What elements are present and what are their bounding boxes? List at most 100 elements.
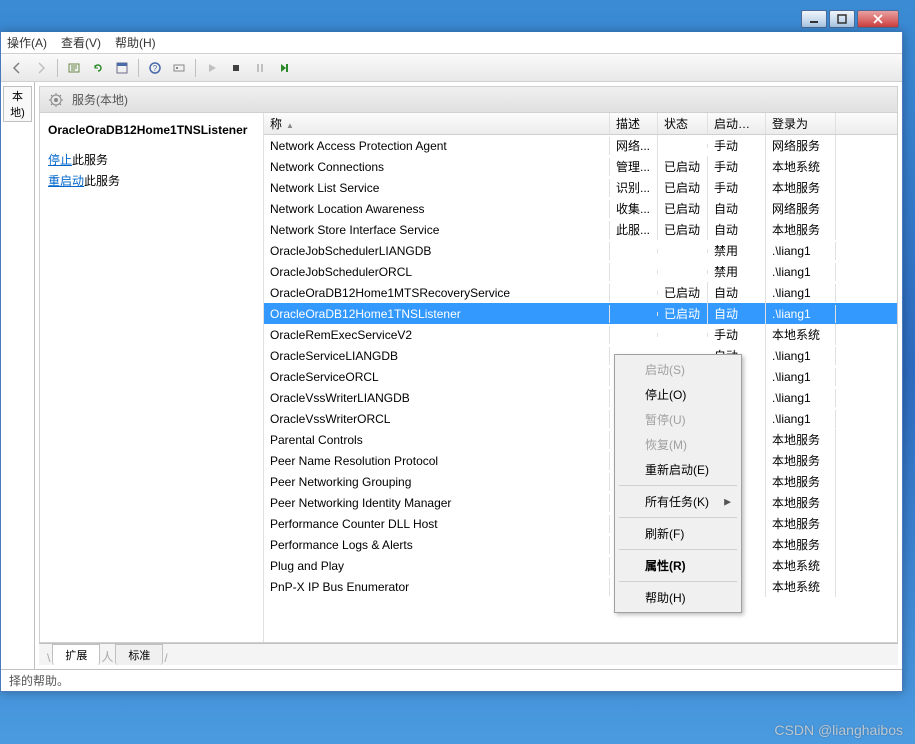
restart-service-link[interactable]: 重启动 (48, 174, 84, 188)
cell-name: Parental Controls (264, 431, 610, 449)
stop-service-button[interactable] (226, 58, 246, 78)
col-desc[interactable]: 描述 (610, 113, 658, 134)
menu-action[interactable]: 操作(A) (7, 34, 47, 51)
cell-logon: .\liang1 (766, 347, 836, 365)
table-row[interactable]: OracleJobSchedulerLIANGDB禁用.\liang1 (264, 240, 897, 261)
col-startup[interactable]: 启动类型 (708, 113, 766, 134)
separator (619, 581, 737, 582)
col-name[interactable]: 称▲ (264, 113, 610, 134)
refresh-button[interactable] (88, 58, 108, 78)
help-button[interactable]: ? (145, 58, 165, 78)
chevron-right-icon: ▶ (724, 496, 731, 507)
status-bar: 择的帮助。 (1, 669, 902, 689)
ctx-stop[interactable]: 停止(O) (617, 382, 739, 407)
stop-service-link[interactable]: 停止 (48, 153, 72, 167)
ctx-properties[interactable]: 属性(R) (617, 553, 739, 578)
pause-service-button[interactable] (250, 58, 270, 78)
cell-status (658, 333, 708, 337)
cell-name: Network Location Awareness (264, 200, 610, 218)
gear-icon (48, 92, 64, 108)
ctx-pause: 暂停(U) (617, 407, 739, 432)
tab-separator: 人 (99, 648, 115, 665)
table-row[interactable]: OracleVssWriterLIANGDB自动.\liang1 (264, 387, 897, 408)
table-row[interactable]: Performance Logs & Alerts性能...手动本地服务 (264, 534, 897, 555)
table-row[interactable]: OracleVssWriterORCL自动.\liang1 (264, 408, 897, 429)
cell-name: OracleVssWriterLIANGDB (264, 389, 610, 407)
cell-logon: 本地服务 (766, 450, 836, 471)
start-service-button[interactable] (202, 58, 222, 78)
export-button[interactable] (64, 58, 84, 78)
table-row[interactable]: OracleOraDB12Home1MTSRecoveryService已启动自… (264, 282, 897, 303)
separator (619, 517, 737, 518)
table-row[interactable]: Network Store Interface Service此服...已启动自… (264, 219, 897, 240)
table-row[interactable]: Network List Service识别...已启动手动本地服务 (264, 177, 897, 198)
ctx-alltasks[interactable]: 所有任务(K)▶ (617, 489, 739, 514)
table-row[interactable]: PnP-X IP Bus EnumeratorPnP-...手动本地系统 (264, 576, 897, 597)
table-row[interactable]: Performance Counter DLL Host手动本地服务 (264, 513, 897, 534)
list-body[interactable]: Network Access Protection Agent网络...手动网络… (264, 135, 897, 642)
cell-startup: 自动 (708, 282, 766, 303)
cell-logon: .\liang1 (766, 389, 836, 407)
tab-standard[interactable]: 标准 (115, 644, 163, 665)
table-row[interactable]: Peer Name Resolution Protocol手动本地服务 (264, 450, 897, 471)
tree-node-local[interactable]: 本地) (3, 86, 32, 122)
ctx-refresh[interactable]: 刷新(F) (617, 521, 739, 546)
separator (619, 485, 737, 486)
maximize-button[interactable] (829, 10, 855, 28)
cell-logon: 本地服务 (766, 513, 836, 534)
tree-panel: 本地) (1, 82, 35, 669)
tab-strip: \ 扩展 人 标准 / (39, 643, 898, 665)
restart-service-button[interactable] (274, 58, 294, 78)
menu-view[interactable]: 查看(V) (61, 34, 101, 51)
services-window: 操作(A) 查看(V) 帮助(H) ? 本地) 服务(本地) (0, 32, 903, 692)
cell-status (658, 249, 708, 253)
svg-text:?: ? (153, 64, 158, 73)
col-logon[interactable]: 登录为 (766, 113, 836, 134)
back-button[interactable] (7, 58, 27, 78)
cell-logon: .\liang1 (766, 263, 836, 281)
cell-name: Network Connections (264, 158, 610, 176)
table-row[interactable]: OracleRemExecServiceV2手动本地系统 (264, 324, 897, 345)
tab-extended[interactable]: 扩展 (52, 644, 100, 665)
cell-startup: 手动 (708, 177, 766, 198)
table-row[interactable]: Network Location Awareness收集...已启动自动网络服务 (264, 198, 897, 219)
menu-help[interactable]: 帮助(H) (115, 34, 156, 51)
ctx-start: 启动(S) (617, 357, 739, 382)
cell-startup: 手动 (708, 156, 766, 177)
properties-button[interactable] (112, 58, 132, 78)
table-row[interactable]: OracleOraDB12Home1TNSListener已启动自动.\lian… (264, 303, 897, 324)
cell-name: Performance Counter DLL Host (264, 515, 610, 533)
table-row[interactable]: Network Access Protection Agent网络...手动网络… (264, 135, 897, 156)
cell-desc (610, 312, 658, 316)
table-row[interactable]: Plug and Play使计...已启动自动本地系统 (264, 555, 897, 576)
table-row[interactable]: Peer Networking Identity Manager手动本地服务 (264, 492, 897, 513)
cell-status (658, 270, 708, 274)
cell-desc: 收集... (610, 198, 658, 219)
ctx-restart[interactable]: 重新启动(E) (617, 457, 739, 482)
col-name-label: 称 (270, 117, 282, 131)
description-pane: OracleOraDB12Home1TNSListener 停止此服务 重启动此… (40, 113, 264, 642)
cell-status: 已启动 (658, 177, 708, 198)
cell-status: 已启动 (658, 156, 708, 177)
table-row[interactable]: OracleJobSchedulerORCL禁用.\liang1 (264, 261, 897, 282)
forward-button[interactable] (31, 58, 51, 78)
table-row[interactable]: OracleServiceLIANGDB自动.\liang1 (264, 345, 897, 366)
cell-logon: 网络服务 (766, 198, 836, 219)
cell-startup: 自动 (708, 303, 766, 324)
close-button[interactable] (857, 10, 899, 28)
ctx-help[interactable]: 帮助(H) (617, 585, 739, 610)
col-status[interactable]: 状态 (658, 113, 708, 134)
cell-logon: 本地服务 (766, 219, 836, 240)
panel-title: 服务(本地) (72, 91, 128, 108)
cell-name: Peer Name Resolution Protocol (264, 452, 610, 470)
list-header: 称▲ 描述 状态 启动类型 登录为 (264, 113, 897, 135)
minimize-button[interactable] (801, 10, 827, 28)
cell-status: 已启动 (658, 303, 708, 324)
table-row[interactable]: Peer Networking Grouping手动本地服务 (264, 471, 897, 492)
table-row[interactable]: Network Connections管理...已启动手动本地系统 (264, 156, 897, 177)
cell-logon: 本地服务 (766, 534, 836, 555)
table-row[interactable]: Parental Controls手动本地服务 (264, 429, 897, 450)
table-row[interactable]: OracleServiceORCL自动.\liang1 (264, 366, 897, 387)
toolbar-button[interactable] (169, 58, 189, 78)
cell-desc (610, 333, 658, 337)
